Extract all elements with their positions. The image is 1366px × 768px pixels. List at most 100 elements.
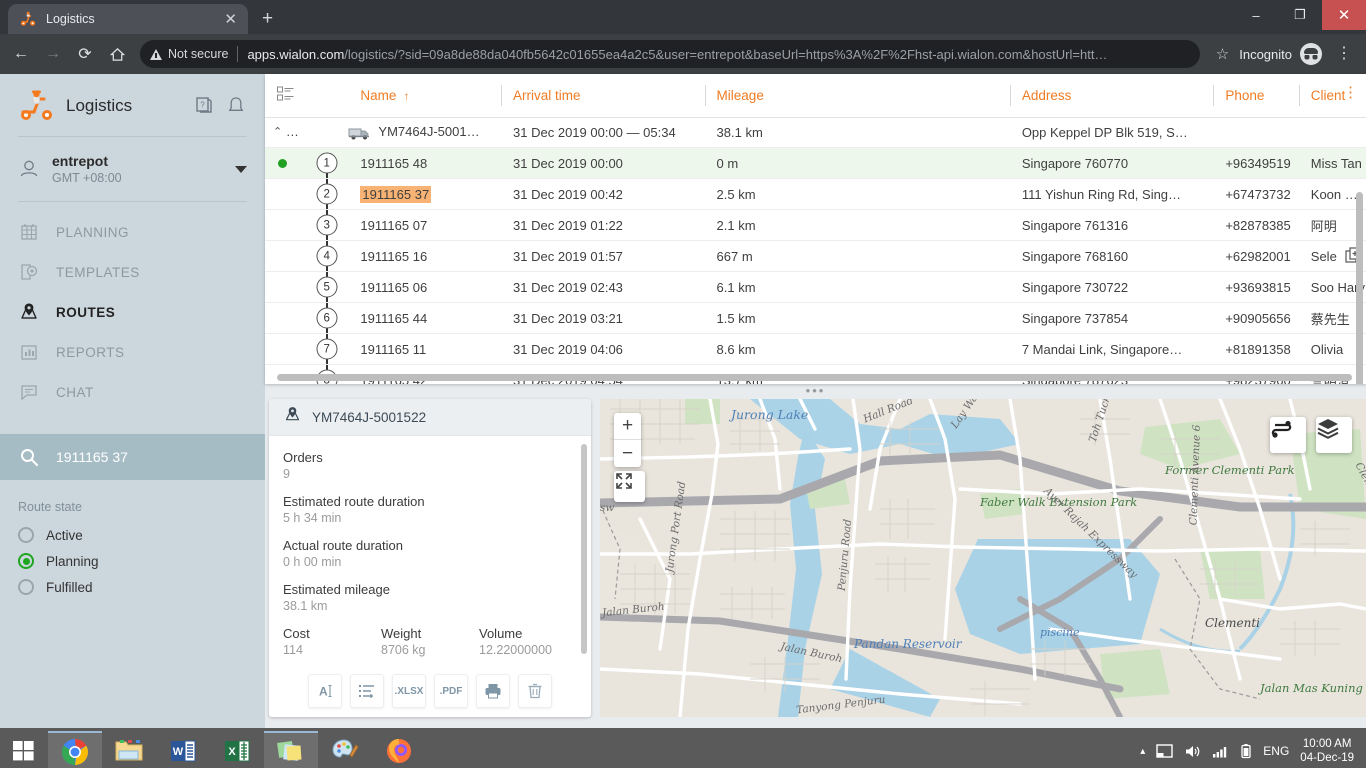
row-status-cell: [265, 148, 306, 179]
clock[interactable]: 10:00 AM 04-Dec-19: [1300, 737, 1354, 765]
close-tab-icon[interactable]: ✕: [221, 12, 240, 27]
sticky-notes-icon[interactable]: [264, 731, 318, 768]
chevron-up-icon[interactable]: ⌃: [273, 125, 282, 138]
address-bar[interactable]: Not secure apps.wialon.com/logistics/?si…: [140, 40, 1200, 68]
reload-icon[interactable]: ⟳: [70, 39, 100, 69]
tray-expand-icon[interactable]: ▴: [1140, 746, 1145, 757]
radio-fulfilled[interactable]: Fulfilled: [18, 574, 247, 600]
browser-menu-icon[interactable]: ⋮: [1328, 46, 1360, 62]
table-vertical-scrollbar[interactable]: [1356, 192, 1363, 384]
map-zoom-out-button[interactable]: −: [614, 440, 641, 467]
row-mileage-cell: 2.1 km: [705, 210, 1010, 241]
warning-triangle-icon: [150, 49, 162, 60]
table-row[interactable]: 3 1911165 07 31 Dec 2019 01:22 2.1 km Si…: [265, 210, 1366, 241]
map-show-route-button[interactable]: [1270, 417, 1306, 453]
browser-tab[interactable]: Logistics ✕: [8, 4, 248, 34]
scooter-icon: [20, 11, 36, 27]
delete-route-button[interactable]: [518, 674, 552, 708]
close-window-button[interactable]: ✕: [1322, 0, 1366, 30]
language-indicator[interactable]: ENG: [1263, 744, 1289, 758]
file-explorer-icon[interactable]: [102, 731, 156, 768]
export-xlsx-button[interactable]: .XLSX: [392, 674, 426, 708]
sidebar-item-chat[interactable]: CHAT: [0, 372, 265, 412]
row-name-cell: 1911165 37: [348, 179, 501, 210]
sidebar-item-routes[interactable]: ROUTES: [0, 292, 265, 332]
column-header-address[interactable]: Address: [1010, 74, 1214, 118]
group-name-cell: YM7464J-5001…: [348, 118, 501, 148]
map-fit-bounds-button[interactable]: [614, 471, 645, 502]
sequence-badge: 7: [316, 339, 337, 360]
not-secure-indicator[interactable]: Not secure: [150, 47, 228, 61]
sidebar-item-reports[interactable]: REPORTS: [0, 332, 265, 372]
battery-icon[interactable]: [1240, 743, 1252, 759]
incognito-profile-chip[interactable]: Incognito: [1239, 43, 1326, 65]
sequence-badge: 3: [316, 215, 337, 236]
export-pdf-button[interactable]: .PDF: [434, 674, 468, 708]
row-name-cell: 1911165 44: [348, 303, 501, 334]
row-status-cell: [265, 179, 306, 210]
table-horizontal-scrollbar[interactable]: [277, 374, 1352, 381]
network-icon[interactable]: [1212, 744, 1229, 759]
rename-route-button[interactable]: A: [308, 674, 342, 708]
splitter-handle[interactable]: •••: [265, 386, 1366, 400]
table-row[interactable]: 6 1911165 44 31 Dec 2019 03:21 1.5 km Si…: [265, 303, 1366, 334]
column-label: Address: [1022, 88, 1072, 103]
volume-icon[interactable]: [1184, 744, 1201, 759]
radio-planning[interactable]: Planning: [18, 548, 247, 574]
maximize-window-button[interactable]: ❐: [1278, 0, 1322, 30]
table-row[interactable]: 4 1911165 16 31 Dec 2019 01:57 667 m Sin…: [265, 241, 1366, 272]
column-header-client[interactable]: Client ⋮: [1299, 74, 1366, 118]
route-detail-title: YM7464J-5001522: [312, 410, 426, 425]
row-mileage-cell: 0 m: [705, 148, 1010, 179]
sidebar-item-planning[interactable]: PLANNING: [0, 212, 265, 252]
route-pin-icon: [283, 405, 302, 429]
column-header-mileage[interactable]: Mileage: [705, 74, 1010, 118]
table-row[interactable]: 1 1911165 48 31 Dec 2019 00:00 0 m Singa…: [265, 148, 1366, 179]
bookmark-star-icon[interactable]: ☆: [1208, 45, 1237, 63]
sidebar-item-label: PLANNING: [56, 225, 129, 240]
group-name-label: YM7464J-5001…: [378, 124, 479, 139]
row-status-cell: [265, 272, 306, 303]
detail-metric-value: 114: [283, 643, 381, 657]
firefox-icon[interactable]: [372, 731, 426, 768]
table-row[interactable]: 5 1911165 06 31 Dec 2019 02:43 6.1 km Si…: [265, 272, 1366, 303]
display-icon[interactable]: [1156, 744, 1173, 759]
map-view[interactable]: Jurong Lake Hall Road Lay Way Toh Tuck A…: [600, 399, 1366, 717]
column-header-arrival-time[interactable]: Arrival time: [501, 74, 705, 118]
app-page: Logistics ? entrepot GMT +08:00: [0, 74, 1366, 728]
sidebar-user[interactable]: entrepot GMT +08:00: [0, 141, 265, 197]
table-group-row[interactable]: ⌃ 0/9 YM7464J-5001… 31 Dec 2019 00:00 — …: [265, 118, 1366, 148]
notifications-bell-icon[interactable]: [225, 95, 247, 117]
paint-icon[interactable]: [318, 731, 372, 768]
search-input[interactable]: 1911165 37: [0, 434, 265, 480]
help-panel-icon[interactable]: ?: [193, 95, 215, 117]
table-menu-icon[interactable]: ⋮: [1343, 85, 1358, 100]
back-icon[interactable]: ←: [6, 39, 36, 69]
radio-label: Fulfilled: [46, 580, 93, 595]
home-icon[interactable]: [102, 39, 132, 69]
map-layers-button[interactable]: [1316, 417, 1352, 453]
map-zoom-in-button[interactable]: +: [614, 413, 641, 440]
column-header-phone[interactable]: Phone: [1213, 74, 1298, 118]
table-row[interactable]: 7 1911165 11 31 Dec 2019 04:06 8.6 km 7 …: [265, 334, 1366, 365]
group-seq-cell: [306, 118, 349, 148]
group-collapse-cell[interactable]: ⌃ 0/9: [265, 118, 306, 148]
sidebar-item-templates[interactable]: TEMPLATES: [0, 252, 265, 292]
word-icon[interactable]: W: [156, 731, 210, 768]
system-tray: ▴ ENG 10:00 AM 04-Dec-19: [1140, 737, 1366, 765]
add-order-button[interactable]: [350, 674, 384, 708]
excel-icon[interactable]: X: [210, 731, 264, 768]
chrome-taskbar-icon[interactable]: [48, 731, 102, 768]
new-tab-button[interactable]: +: [262, 8, 273, 30]
column-settings-header[interactable]: [265, 74, 306, 118]
minimize-window-button[interactable]: –: [1234, 0, 1278, 30]
radio-active[interactable]: Active: [18, 522, 247, 548]
forward-icon[interactable]: →: [38, 39, 68, 69]
row-address-cell: Singapore 730722: [1010, 272, 1214, 303]
table-row[interactable]: 2 1911165 37 31 Dec 2019 00:42 2.5 km 11…: [265, 179, 1366, 210]
detail-vertical-scrollbar[interactable]: [581, 444, 587, 654]
column-header-name[interactable]: Name↑: [348, 74, 501, 118]
print-button[interactable]: [476, 674, 510, 708]
chevron-down-icon[interactable]: [235, 166, 247, 173]
windows-start-icon[interactable]: [0, 728, 48, 768]
